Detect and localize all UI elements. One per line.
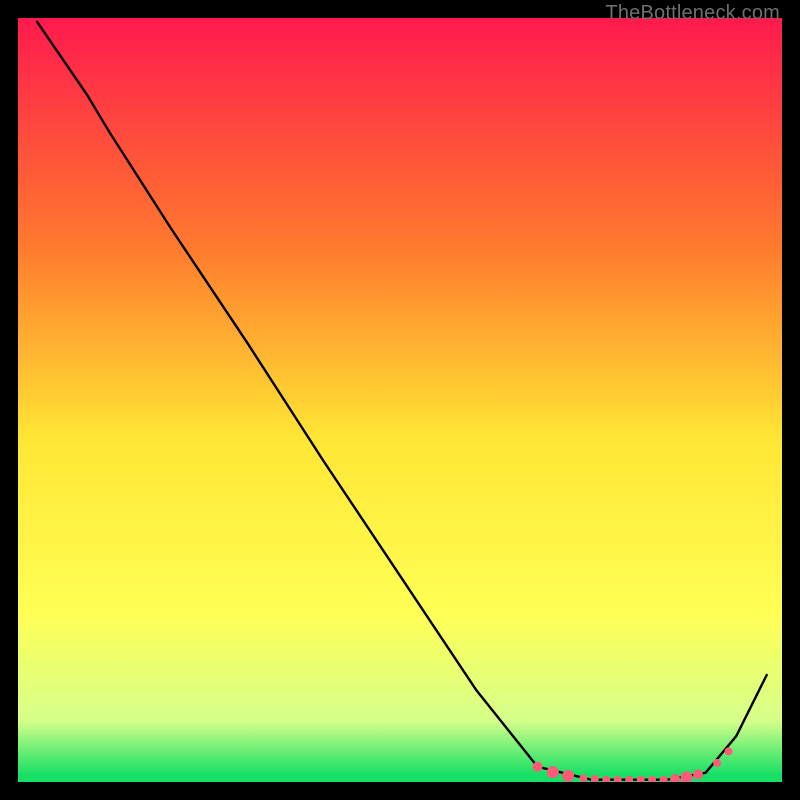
marker-dot <box>713 759 721 767</box>
marker-dot <box>693 769 703 779</box>
marker-dot <box>547 766 559 778</box>
chart-frame <box>18 18 782 782</box>
marker-dot <box>562 770 574 782</box>
marker-dot <box>579 774 587 782</box>
gradient-backdrop <box>18 18 782 782</box>
marker-dot <box>725 747 733 755</box>
watermark-text: TheBottleneck.com <box>605 2 780 25</box>
bottleneck-chart <box>18 18 782 782</box>
marker-dot <box>533 762 543 772</box>
